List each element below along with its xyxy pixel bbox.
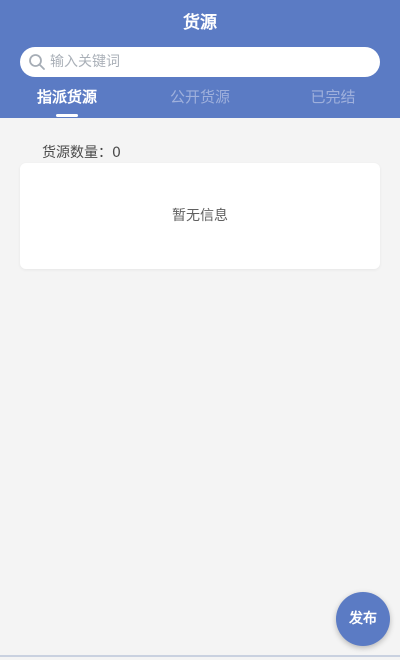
search-input[interactable] [50, 51, 370, 73]
tab-assigned-goods[interactable]: 指派货源 [7, 86, 127, 108]
tab-completed[interactable]: 已完结 [273, 86, 393, 108]
app-root: 货源 指派货源 公开货源 已完结 货源数量：0 暂无信息 发布 [0, 0, 400, 660]
tab-public-goods[interactable]: 公开货源 [140, 86, 260, 108]
page-title: 货源 [183, 13, 217, 33]
empty-state-card: 暂无信息 [20, 163, 380, 269]
search-icon [29, 54, 45, 70]
search-bar[interactable] [20, 47, 380, 77]
empty-state-text: 暂无信息 [172, 208, 228, 224]
active-tab-indicator [56, 114, 78, 117]
goods-count: 货源数量：0 [42, 145, 121, 161]
tab-bar: 指派货源 公开货源 已完结 [0, 86, 400, 118]
bottom-divider [0, 655, 400, 657]
header: 货源 指派货源 公开货源 已完结 [0, 0, 400, 118]
publish-button[interactable]: 发布 [336, 592, 390, 646]
